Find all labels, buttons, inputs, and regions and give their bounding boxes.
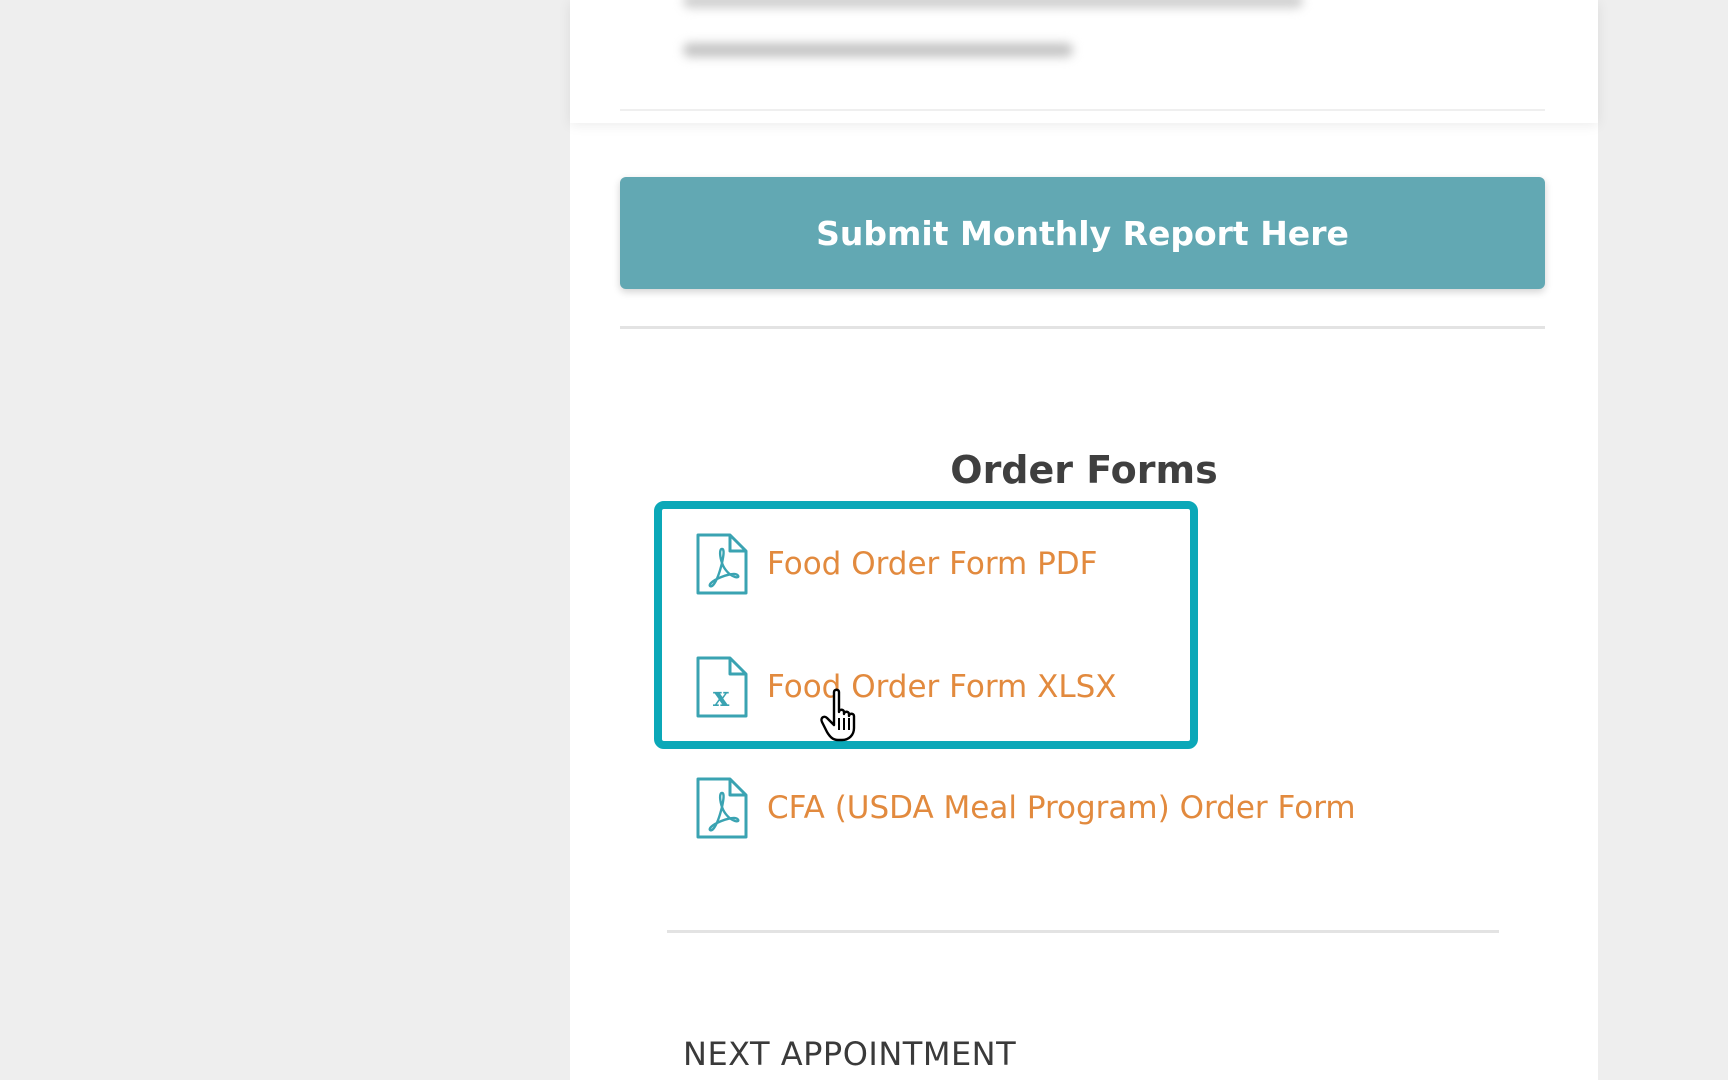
pdf-file-icon: [696, 777, 748, 839]
link-label: Food Order Form PDF: [767, 546, 1098, 582]
blurred-text-line: [683, 0, 1303, 8]
divider: [620, 109, 1545, 111]
link-label: Food Order Form XLSX: [767, 669, 1117, 705]
svg-text:x: x: [713, 682, 730, 713]
food-order-form-xlsx-link[interactable]: x Food Order Form XLSX: [695, 656, 1117, 718]
xlsx-file-icon: x: [696, 656, 748, 718]
divider: [620, 326, 1545, 329]
submit-monthly-report-button[interactable]: Submit Monthly Report Here: [620, 177, 1545, 289]
pdf-file-icon: [696, 533, 748, 595]
blurred-text-line: [683, 43, 1073, 57]
content-panel: Submit Monthly Report Here Order Forms F…: [570, 0, 1598, 1080]
food-order-form-pdf-link[interactable]: Food Order Form PDF: [695, 533, 1097, 595]
blurred-contact-card: [570, 0, 1598, 123]
order-forms-heading: Order Forms: [950, 448, 1218, 492]
next-appointment-heading: NEXT APPOINTMENT: [683, 1035, 1017, 1073]
link-label: CFA (USDA Meal Program) Order Form: [767, 790, 1356, 826]
divider: [667, 930, 1499, 933]
cfa-usda-meal-program-order-form-link[interactable]: CFA (USDA Meal Program) Order Form: [695, 777, 1356, 839]
